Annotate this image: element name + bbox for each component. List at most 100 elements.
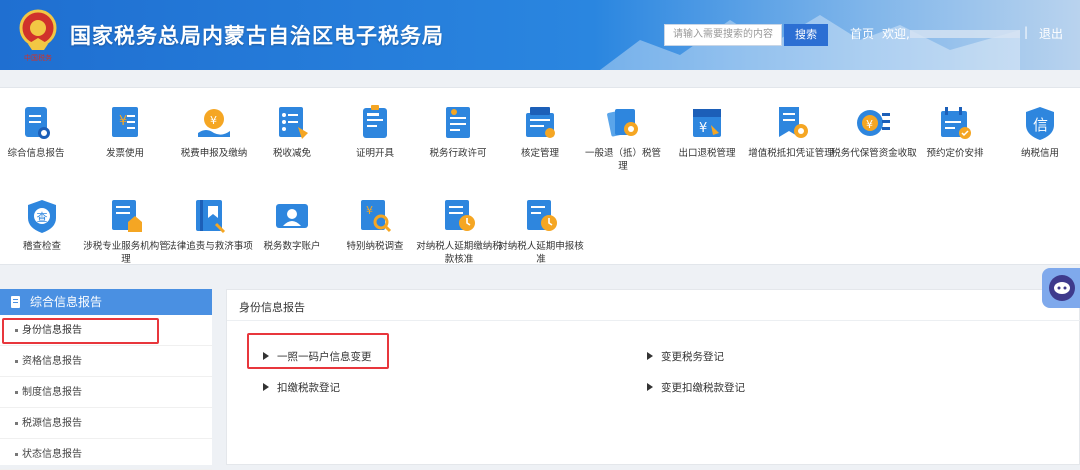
sidebar-item-system[interactable]: 制度信息报告	[0, 377, 212, 408]
sidebar-item-label: 资格信息报告	[22, 356, 82, 367]
svg-text:¥: ¥	[366, 204, 373, 217]
func-label: 税务代保管资金收取	[831, 148, 917, 159]
function-panel: 综合信息报告 ¥ 发票使用 ¥ 税费申报及缴纳 税收减免 证明开具 税务行政许可…	[0, 87, 1080, 265]
func-tax-payment[interactable]: ¥ 税费申报及缴纳	[171, 103, 257, 160]
legal-icon	[196, 200, 226, 234]
func-label: 增值税抵扣凭证管理	[748, 148, 834, 159]
agency-icon	[112, 200, 142, 232]
logout-link[interactable]: 退出	[1039, 25, 1063, 42]
sidebar-header-label: 综合信息报告	[30, 295, 103, 309]
refund-icon	[607, 109, 638, 137]
bullet-icon	[15, 391, 18, 394]
sidebar-item-qualification[interactable]: 资格信息报告	[0, 346, 212, 377]
custody-fund-icon: ¥	[857, 110, 890, 136]
sidebar-item-tax-source[interactable]: 税源信息报告	[0, 408, 212, 439]
func-label: 核定管理	[520, 148, 559, 159]
link-label: 变更扣缴税款登记	[661, 382, 745, 394]
func-tax-reduction[interactable]: 税收减免	[249, 103, 335, 160]
document-icon	[11, 296, 20, 308]
func-deferred-filing[interactable]: 对纳税人延期申报核准	[497, 196, 585, 266]
func-label: 涉税专业服务机构管理	[83, 241, 169, 265]
func-label: 综合信息报告	[7, 148, 65, 159]
certificate-icon	[363, 105, 387, 138]
tax-reduction-icon	[279, 107, 308, 139]
pricing-icon	[941, 107, 971, 139]
func-inspection[interactable]: 查 稽查检查	[0, 196, 85, 253]
divider	[227, 320, 1080, 321]
highlight-box-content	[247, 333, 389, 369]
func-special-investigation[interactable]: ¥ 特别纳税调查	[332, 196, 418, 253]
content-title: 身份信息报告	[239, 301, 305, 314]
chat-assistant-button[interactable]	[1042, 268, 1080, 308]
nav-welcome-text: 欢迎,	[882, 27, 910, 41]
func-agency[interactable]: 涉税专业服务机构管理	[82, 196, 170, 266]
invoice-icon: ¥	[112, 107, 138, 137]
func-label: 税收减免	[272, 148, 311, 159]
func-label: 纳税信用	[1020, 148, 1059, 159]
link-change-tax-registration[interactable]: 变更税务登记	[647, 349, 724, 364]
func-custody-fund[interactable]: ¥ 税务代保管资金收取	[830, 103, 918, 160]
special-investigation-icon: ¥	[361, 200, 392, 233]
func-deferred-payment[interactable]: 对纳税人延期缴纳税款核准	[415, 196, 503, 266]
assessment-icon	[526, 107, 555, 138]
permit-icon	[446, 107, 470, 138]
func-label: 税费申报及缴纳	[180, 148, 248, 159]
sidebar-item-label: 税源信息报告	[22, 418, 82, 429]
triangle-right-icon	[647, 352, 653, 360]
func-label: 出口退税管理	[678, 148, 736, 159]
highlight-box-sidebar	[2, 318, 159, 344]
svg-text:信: 信	[1033, 116, 1048, 134]
func-assessment[interactable]: 核定管理	[497, 103, 583, 160]
func-label: 预约定价安排	[926, 148, 984, 159]
func-label: 证明开具	[355, 148, 394, 159]
chat-icon	[1049, 275, 1075, 301]
deferred-filing-icon	[527, 200, 557, 231]
func-vat-voucher[interactable]: 增值税抵扣凭证管理	[747, 103, 835, 160]
svg-text:¥: ¥	[119, 114, 127, 129]
func-legal[interactable]: 法律追责与救济事项	[166, 196, 254, 253]
search-button[interactable]: 搜索	[784, 24, 828, 46]
deferred-payment-icon	[445, 200, 475, 231]
func-export-refund[interactable]: ¥ 出口退税管理	[664, 103, 750, 160]
credit-icon: 信	[1026, 107, 1054, 140]
svg-text:¥: ¥	[699, 121, 707, 136]
bullet-icon	[15, 422, 18, 425]
nav-home-link[interactable]: 首页	[850, 25, 874, 42]
func-certificate[interactable]: 证明开具	[332, 103, 418, 160]
sidebar-header[interactable]: 综合信息报告	[0, 289, 212, 315]
func-label: 对纳税人延期申报核准	[498, 241, 584, 265]
func-label: 对纳税人延期缴纳税款核准	[416, 241, 502, 265]
func-invoice[interactable]: ¥ 发票使用	[82, 103, 168, 160]
bullet-icon	[15, 453, 18, 456]
func-label: 稽查检查	[22, 241, 61, 252]
inspection-icon: 查	[28, 200, 56, 233]
sidebar-item-label: 状态信息报告	[22, 449, 82, 460]
link-change-withholding-registration[interactable]: 变更扣缴税款登记	[647, 380, 745, 395]
vat-voucher-icon	[779, 107, 808, 138]
svg-text:¥: ¥	[210, 114, 217, 127]
report-icon	[25, 107, 50, 139]
triangle-right-icon	[647, 383, 653, 391]
svg-text:查: 查	[37, 210, 48, 224]
svg-text:¥: ¥	[866, 118, 873, 131]
sidebar-item-status[interactable]: 状态信息报告	[0, 439, 212, 470]
sidebar-item-label: 制度信息报告	[22, 387, 82, 398]
site-title: 国家税务总局内蒙古自治区电子税务局	[70, 24, 444, 48]
func-pricing[interactable]: 预约定价安排	[912, 103, 998, 160]
func-label: 税务行政许可	[429, 148, 487, 159]
digital-account-icon	[276, 204, 308, 228]
bullet-icon	[15, 360, 18, 363]
func-report[interactable]: 综合信息报告	[0, 103, 79, 160]
emblem-text: 中国税务	[24, 53, 52, 62]
func-digital-account[interactable]: 税务数字账户	[249, 196, 335, 253]
func-label: 特别纳税调查	[346, 241, 404, 252]
func-label: 一般退（抵）税管理	[584, 148, 661, 172]
link-withholding-registration[interactable]: 扣缴税款登记	[263, 380, 340, 395]
func-permit[interactable]: 税务行政许可	[415, 103, 501, 160]
username-redacted	[910, 30, 1020, 38]
link-label: 扣缴税款登记	[277, 382, 340, 394]
func-label: 法律追责与救济事项	[167, 241, 253, 252]
func-refund[interactable]: 一般退（抵）税管理	[582, 103, 664, 173]
search-input[interactable]: 请输入需要搜索的内容	[664, 24, 782, 46]
func-credit[interactable]: 信 纳税信用	[997, 103, 1080, 160]
